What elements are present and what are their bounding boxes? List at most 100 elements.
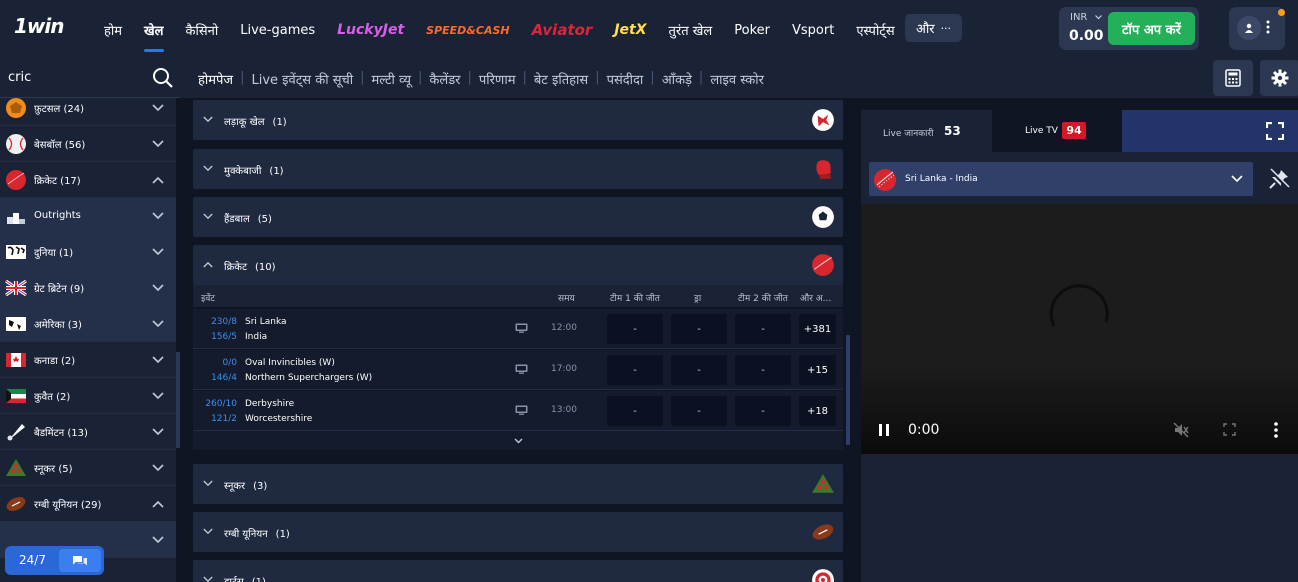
nav-luckyjet[interactable]: LuckyJet: [337, 0, 404, 60]
chevron-down-icon[interactable]: [152, 463, 164, 472]
video-options-icon[interactable]: [1273, 422, 1279, 438]
sidebar-item[interactable]: बेसबॉल (56): [0, 126, 176, 162]
chevron-down-icon[interactable]: [203, 213, 213, 220]
top-up-button[interactable]: टॉप अप करें: [1108, 12, 1195, 45]
nav-vsport[interactable]: Vsport: [792, 0, 834, 60]
pin-icon[interactable]: [1261, 162, 1297, 196]
sport-section[interactable]: डार्ट्स (1): [193, 560, 843, 582]
chevron-down-icon[interactable]: [203, 165, 213, 172]
video-player[interactable]: 0:00: [861, 204, 1298, 454]
sidebar-item[interactable]: बैडमिंटन (13): [0, 414, 176, 450]
sidebar-item[interactable]: फ़ुटसल (24): [0, 98, 176, 126]
sub-nav-item[interactable]: कैलेंडर: [429, 70, 460, 88]
chevron-up-icon[interactable]: [203, 261, 213, 268]
nav-sports[interactable]: खेल: [144, 0, 164, 60]
match-selector[interactable]: Sri Lanka - India: [869, 162, 1253, 196]
settings-gear-icon[interactable]: [1260, 60, 1298, 96]
sidebar-item[interactable]: दुनिया (1): [0, 234, 176, 270]
team2-name[interactable]: Northern Superchargers (W): [245, 373, 372, 383]
sidebar-item[interactable]: स्नूकर (5): [0, 450, 176, 486]
sidebar-item[interactable]: कनाडा (2): [0, 342, 176, 378]
chevron-down-icon[interactable]: [514, 438, 523, 444]
nav-jetx[interactable]: JetX: [614, 0, 646, 60]
sub-nav-item[interactable]: लाइव स्कोर: [710, 70, 764, 88]
sidebar-scrollbar[interactable]: [176, 352, 180, 448]
more-markets-button[interactable]: +15: [799, 355, 836, 385]
chevron-down-icon[interactable]: [152, 535, 164, 544]
chevron-down-icon[interactable]: [203, 480, 213, 487]
odd-team2[interactable]: -: [735, 355, 791, 385]
sub-nav-item[interactable]: बेट इतिहास: [534, 70, 588, 88]
chevron-down-icon[interactable]: [203, 576, 213, 582]
support-chat-button[interactable]: 24/7: [5, 546, 104, 575]
chevron-down-icon[interactable]: [152, 247, 164, 256]
sidebar-item[interactable]: कुवैत (2): [0, 378, 176, 414]
odd-team2[interactable]: -: [735, 396, 791, 426]
sidebar-item[interactable]: क्रिकेट (17): [0, 162, 176, 198]
odd-team1[interactable]: -: [607, 355, 663, 385]
nav-casino[interactable]: कैसिनो: [186, 0, 219, 60]
tab-live-info[interactable]: Live जानकारी 53: [861, 110, 992, 152]
sport-section[interactable]: लड़ाकू खेल (1): [193, 100, 843, 140]
team1-name[interactable]: Derbyshire: [245, 399, 294, 409]
more-markets-button[interactable]: +18: [799, 396, 836, 426]
sub-nav-item[interactable]: होमपेज: [198, 70, 233, 88]
sidebar-item[interactable]: अमेरिका (3): [0, 306, 176, 342]
event-row[interactable]: 0/0 146/4 Oval Invincibles (W) Northern Sup…: [193, 350, 843, 390]
calculator-icon[interactable]: [1213, 60, 1253, 96]
odd-team1[interactable]: -: [607, 314, 663, 344]
team1-name[interactable]: Oval Invincibles (W): [245, 358, 335, 368]
chevron-down-icon[interactable]: [152, 139, 164, 148]
chevron-down-icon[interactable]: [152, 211, 164, 220]
nav-speed-cash[interactable]: SPEED&CASH: [426, 0, 509, 60]
kebab-menu-icon[interactable]: [1266, 20, 1270, 37]
sport-section[interactable]: रग्बी यूनियन (1): [193, 512, 843, 552]
odd-draw[interactable]: -: [671, 396, 727, 426]
odd-team1[interactable]: -: [607, 396, 663, 426]
video-fullscreen-icon[interactable]: [1223, 423, 1236, 436]
sub-nav-item[interactable]: पसंदीदा: [607, 70, 644, 88]
sub-nav-item[interactable]: Live इवेंट्स की सूची: [251, 70, 353, 88]
sub-nav-item[interactable]: आँकड़े: [662, 70, 692, 88]
chevron-down-icon[interactable]: [152, 319, 164, 328]
odd-draw[interactable]: -: [671, 314, 727, 344]
pause-icon[interactable]: [879, 424, 889, 436]
nav-poker[interactable]: Poker: [734, 0, 770, 60]
sidebar-item[interactable]: Outrights: [0, 198, 176, 234]
team2-name[interactable]: Worcestershire: [245, 414, 312, 424]
nav-esports[interactable]: एस्पोर्ट्स: [856, 0, 894, 60]
odd-team2[interactable]: -: [735, 314, 791, 344]
main-scrollbar[interactable]: [846, 335, 850, 445]
sidebar-item[interactable]: ग्रेट ब्रिटेन (9): [0, 270, 176, 306]
chevron-up-icon[interactable]: [152, 500, 164, 508]
chat-bubble-icon[interactable]: [59, 549, 101, 572]
chevron-down-icon[interactable]: [152, 283, 164, 292]
sub-nav-item[interactable]: मल्टी व्यू: [372, 70, 411, 88]
chevron-down-icon[interactable]: [152, 391, 164, 400]
odd-draw[interactable]: -: [671, 355, 727, 385]
more-markets-button[interactable]: +381: [799, 314, 836, 344]
tab-live-tv[interactable]: Live TV 94: [992, 110, 1122, 152]
team1-name[interactable]: Sri Lanka: [245, 317, 287, 327]
chevron-down-icon[interactable]: [152, 103, 164, 112]
chevron-down-icon[interactable]: [203, 528, 213, 535]
sub-nav-item[interactable]: परिणाम: [479, 70, 516, 88]
chevron-down-icon[interactable]: [152, 427, 164, 436]
user-avatar-icon[interactable]: [1237, 16, 1261, 40]
balance[interactable]: INR 0.00: [1060, 8, 1104, 48]
nav-aviator[interactable]: Aviator: [532, 0, 593, 60]
muted-speaker-icon[interactable]: [1173, 422, 1189, 438]
expand-more[interactable]: [193, 430, 843, 450]
search-input[interactable]: cric: [8, 70, 31, 85]
sport-section[interactable]: क्रिकेट (10): [193, 245, 843, 285]
team2-name[interactable]: India: [245, 332, 267, 342]
sport-section[interactable]: मुक्केबाजी (1): [193, 149, 843, 189]
nav-home[interactable]: होम: [104, 0, 122, 60]
sport-section[interactable]: हैंडबाल (5): [193, 197, 843, 237]
more-menu-button[interactable]: और ···: [905, 14, 962, 42]
chevron-down-icon[interactable]: [152, 355, 164, 364]
fullscreen-icon[interactable]: [1266, 122, 1284, 140]
chevron-up-icon[interactable]: [152, 176, 164, 184]
sport-section[interactable]: स्नूकर (3): [193, 464, 843, 504]
logo[interactable]: 1win: [14, 14, 64, 38]
